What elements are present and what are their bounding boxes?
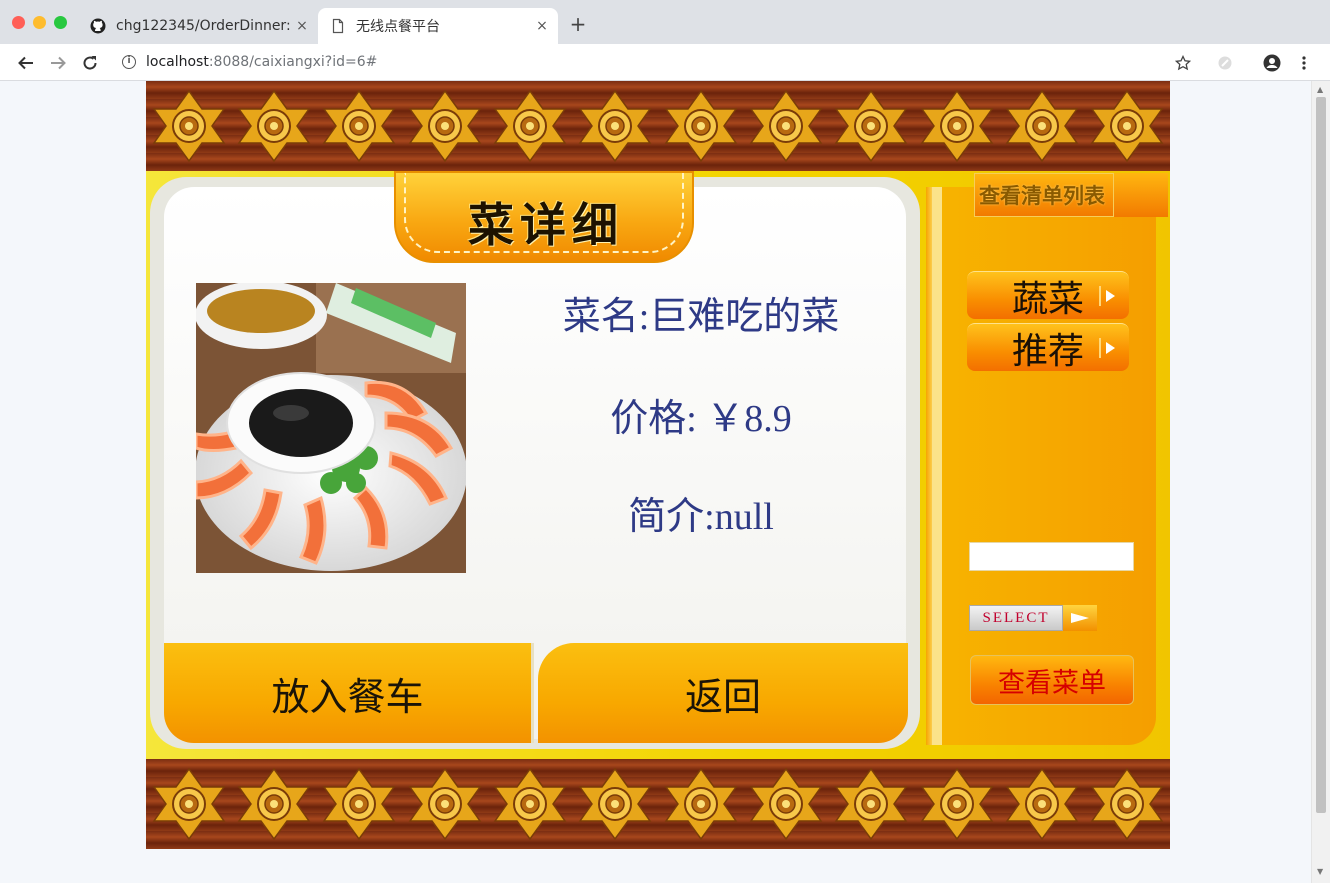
play-arrow-icon <box>1099 286 1115 306</box>
dish-photo <box>196 283 466 573</box>
flower-pattern <box>146 767 1170 841</box>
view-menu-button[interactable]: 查看菜单 <box>970 655 1134 705</box>
flower-ornament-icon <box>578 89 652 163</box>
arrow-right-icon <box>1063 605 1097 631</box>
category-label: 推荐 <box>1011 330 1084 371</box>
title-banner: 菜详细 <box>394 171 694 263</box>
url-path: :8088/caixiangxi?id=6# <box>208 54 378 70</box>
view-order-list-button-edge <box>1114 173 1168 217</box>
flower-ornament-icon <box>237 89 311 163</box>
flower-ornament-icon <box>664 767 738 841</box>
maximize-window-button[interactable] <box>54 16 67 29</box>
forward-arrow-icon[interactable] <box>46 51 70 75</box>
select-label: SELECT <box>969 605 1063 631</box>
category-button-recommended[interactable]: 推荐 <box>967 323 1129 371</box>
order-page: 菜详细 菜名:巨难吃的菜 价格: ￥8.9 简介:null 放入餐车 返回 查看… <box>146 81 1170 849</box>
flower-ornament-icon <box>1005 767 1079 841</box>
address-bar[interactable]: i localhost:8088/caixiangxi?id=6# <box>112 47 1212 77</box>
view-order-list-button[interactable]: 查看清单列表 <box>974 173 1114 217</box>
page-title: 菜详细 <box>468 198 624 252</box>
decorative-top-border <box>146 81 1170 171</box>
flower-ornament-icon <box>322 767 396 841</box>
extension-icon[interactable] <box>1213 51 1237 75</box>
flower-ornament-icon <box>408 767 482 841</box>
url-text: localhost:8088/caixiangxi?id=6# <box>146 54 377 70</box>
flower-ornament-icon <box>1005 89 1079 163</box>
flower-ornament-icon <box>493 767 567 841</box>
tab-order-platform[interactable]: 无线点餐平台 × <box>318 8 558 44</box>
flower-ornament-icon <box>920 89 994 163</box>
document-icon <box>330 18 346 34</box>
flower-ornament-icon <box>578 767 652 841</box>
reload-icon[interactable] <box>78 51 102 75</box>
back-button[interactable]: 返回 <box>538 643 908 743</box>
dish-name: 菜名:巨难吃的菜 <box>562 296 840 338</box>
search-input[interactable] <box>969 542 1134 571</box>
browser-toolbar: i localhost:8088/caixiangxi?id=6# <box>0 44 1330 81</box>
flower-ornament-icon <box>152 767 226 841</box>
flower-ornament-icon <box>749 89 823 163</box>
flower-ornament-icon <box>1090 767 1164 841</box>
flower-ornament-icon <box>834 89 908 163</box>
category-label: 蔬菜 <box>1011 278 1084 319</box>
scroll-thumb[interactable] <box>1316 97 1326 813</box>
back-arrow-icon[interactable] <box>14 51 38 75</box>
close-tab-icon[interactable]: × <box>530 18 554 34</box>
close-window-button[interactable] <box>12 16 25 29</box>
flower-ornament-icon <box>920 767 994 841</box>
play-arrow-icon <box>1099 338 1115 358</box>
add-to-cart-button[interactable]: 放入餐车 <box>164 643 534 743</box>
menu-dots-icon[interactable] <box>1292 51 1316 75</box>
flower-pattern <box>146 89 1170 163</box>
decorative-bottom-border <box>146 759 1170 849</box>
flower-ornament-icon <box>1090 89 1164 163</box>
minimize-window-button[interactable] <box>33 16 46 29</box>
star-bookmark-icon[interactable] <box>1171 51 1195 75</box>
close-tab-icon[interactable]: × <box>290 18 314 34</box>
scroll-down-icon[interactable]: ▼ <box>1317 867 1323 876</box>
flower-ornament-icon <box>493 89 567 163</box>
scroll-up-icon[interactable]: ▲ <box>1317 85 1323 94</box>
tab-title: chg122345/OrderDinner: <box>116 18 290 34</box>
dish-intro: 简介:null <box>628 496 774 538</box>
tab-github[interactable]: chg122345/OrderDinner: × <box>78 8 318 44</box>
dish-price: 价格: ￥8.9 <box>610 398 792 440</box>
select-button[interactable]: SELECT <box>969 605 1099 631</box>
flower-ornament-icon <box>834 767 908 841</box>
flower-ornament-icon <box>749 767 823 841</box>
account-icon[interactable] <box>1260 51 1284 75</box>
github-icon <box>90 18 106 34</box>
url-host: localhost <box>146 54 209 70</box>
flower-ornament-icon <box>664 89 738 163</box>
new-tab-button[interactable]: + <box>566 12 590 36</box>
category-button-vegetables[interactable]: 蔬菜 <box>967 271 1129 319</box>
info-icon[interactable]: i <box>122 55 136 69</box>
browser-tab-bar: chg122345/OrderDinner: × 无线点餐平台 × + <box>0 0 1330 44</box>
flower-ornament-icon <box>237 767 311 841</box>
page-scrollbar[interactable]: ▲ ▼ <box>1311 81 1330 883</box>
flower-ornament-icon <box>152 89 226 163</box>
tab-title: 无线点餐平台 <box>356 19 440 35</box>
flower-ornament-icon <box>408 89 482 163</box>
flower-ornament-icon <box>322 89 396 163</box>
